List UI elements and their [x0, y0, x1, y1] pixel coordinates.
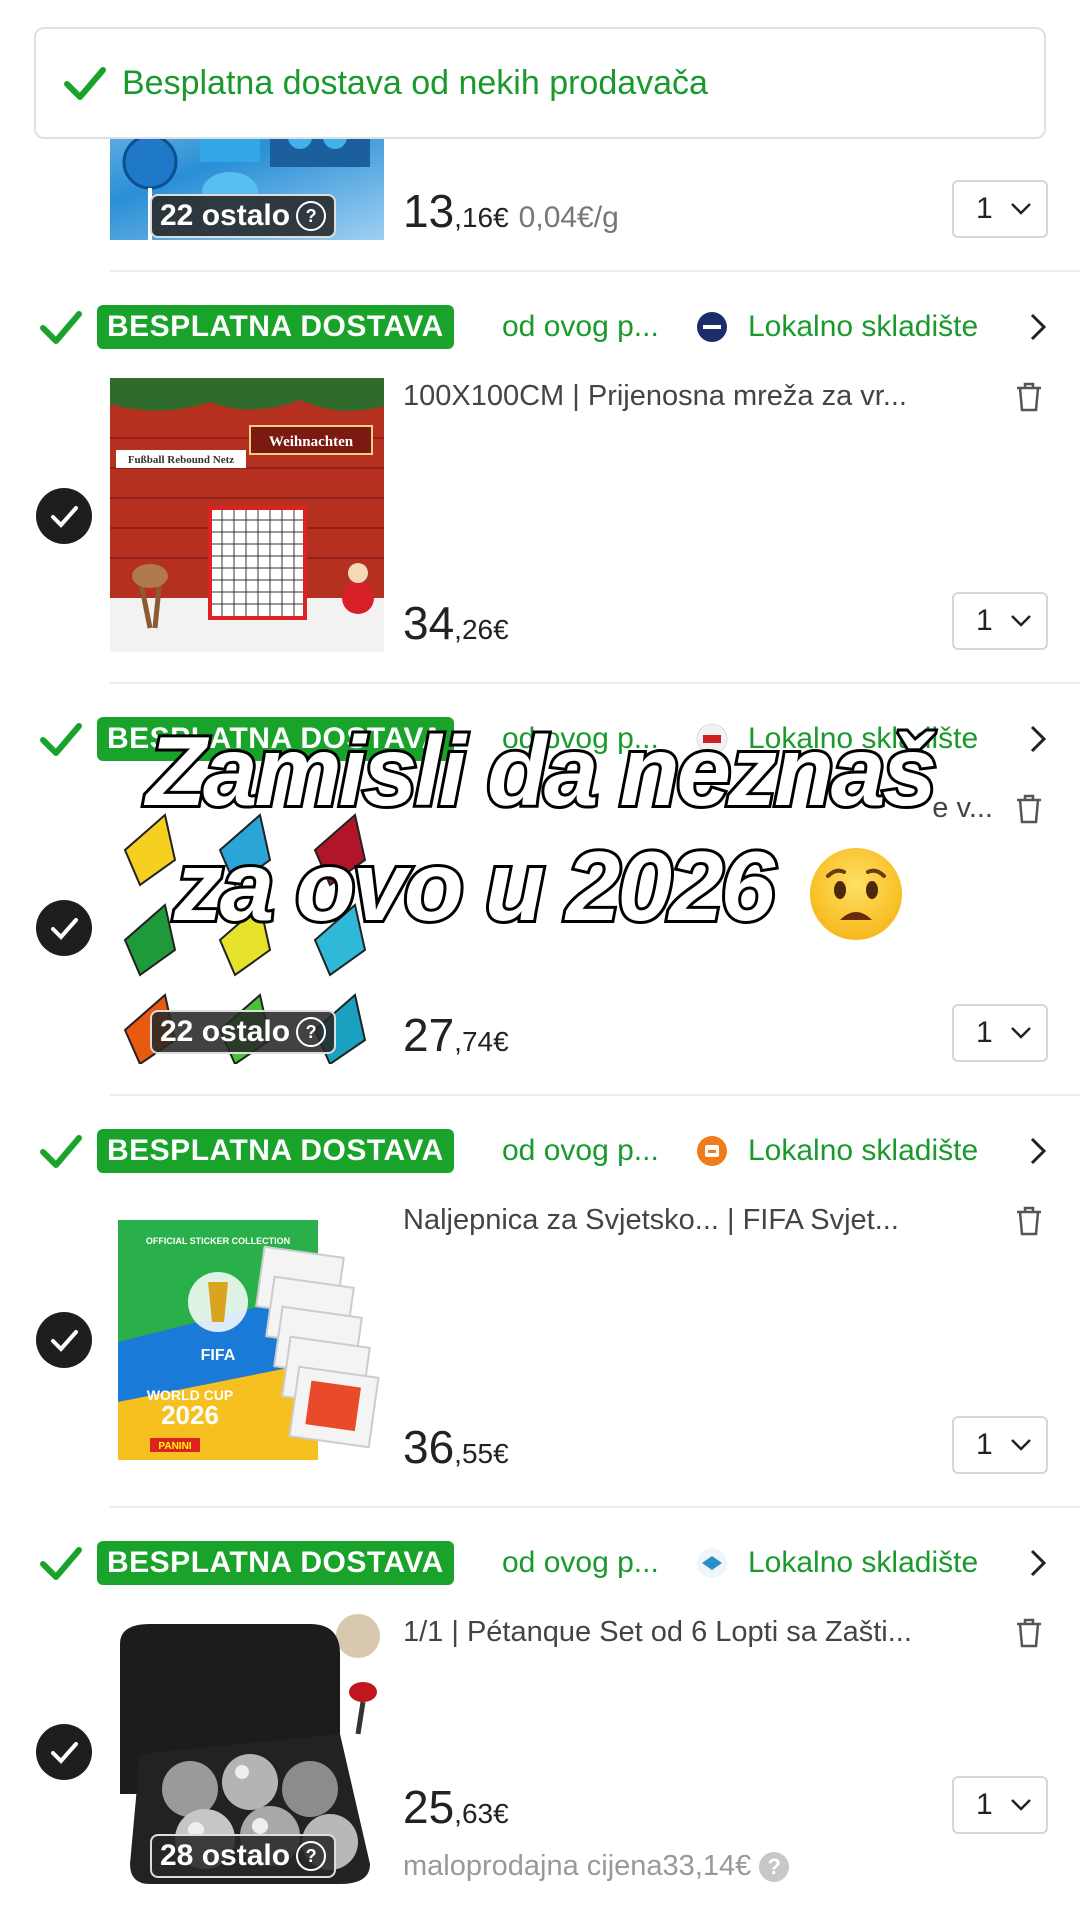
local-warehouse-text: Lokalno skladište: [748, 310, 979, 343]
overlay-caption-line1: Zamisli da neznaš: [143, 713, 940, 829]
local-warehouse-text: Lokalno skladište: [748, 1134, 979, 1167]
svg-text:Weihnachten: Weihnachten: [269, 434, 354, 450]
product-image[interactable]: OFFICIAL STICKER COLLECTION FIFA WORLD C…: [110, 1202, 384, 1476]
svg-text:FIFA: FIFA: [201, 1347, 236, 1364]
seller-logo-icon: [697, 1548, 727, 1578]
seller-logo-icon: [697, 312, 727, 342]
free-shipping-banner[interactable]: Besplatna dostava od nekih prodavača: [34, 27, 1046, 139]
check-icon: [51, 1742, 78, 1764]
chevron-down-icon: [1011, 203, 1031, 215]
product-image[interactable]: 28 ostalo?: [110, 1614, 384, 1888]
quantity-select[interactable]: 1: [952, 592, 1048, 650]
chevron-down-icon: [1011, 1439, 1031, 1451]
product-title[interactable]: Naljepnica za Svjetsko... | FIFA Svjet..…: [403, 1204, 993, 1237]
from-seller-text: od ovog p...: [502, 310, 659, 343]
divider: [110, 682, 1080, 684]
retail-price: maloprodajna cijena33,14€?: [403, 1850, 790, 1883]
free-shipping-badge: BESPLATNA DOSTAVA: [97, 305, 454, 349]
product-title[interactable]: 100X100CM | Prijenosna mreža za vr...: [403, 380, 993, 413]
stock-badge: 28 ostalo?: [150, 1834, 337, 1878]
local-warehouse-text: Lokalno skladište: [748, 1546, 979, 1579]
from-seller-text: od ovog p...: [502, 1546, 659, 1579]
free-shipping-badge: BESPLATNA DOSTAVA: [97, 1541, 454, 1585]
from-seller-text: od ovog p...: [502, 1134, 659, 1167]
shipping-row[interactable]: BESPLATNA DOSTAVA od ovog p... Lokalno s…: [0, 1121, 1080, 1181]
chevron-right-icon[interactable]: [1028, 1548, 1048, 1578]
help-icon[interactable]: ?: [759, 1852, 790, 1883]
sticker-album-image: OFFICIAL STICKER COLLECTION FIFA WORLD C…: [118, 1220, 380, 1460]
rebound-net-image: Weihnachten Fußball Rebound Netz: [110, 378, 384, 652]
select-checkbox[interactable]: [36, 1724, 92, 1780]
worried-face-emoji-icon: [810, 848, 903, 941]
product-image[interactable]: Weihnachten Fußball Rebound Netz: [110, 378, 384, 652]
price: 13,16€ 0,04€/g: [403, 185, 619, 237]
select-checkbox[interactable]: [36, 488, 92, 544]
banner-text: Besplatna dostava od nekih prodavača: [122, 63, 708, 102]
svg-text:PANINI: PANINI: [158, 1441, 191, 1452]
trash-icon[interactable]: [1012, 1616, 1046, 1650]
check-icon: [40, 1547, 82, 1580]
trash-icon[interactable]: [1012, 1204, 1046, 1238]
shipping-row[interactable]: BESPLATNA DOSTAVA od ovog p... Lokalno s…: [0, 1533, 1080, 1593]
divider: [110, 1506, 1080, 1508]
store-icon: [697, 1136, 727, 1166]
quantity-select[interactable]: 1: [952, 1776, 1048, 1834]
svg-text:OFFICIAL STICKER COLLECTION: OFFICIAL STICKER COLLECTION: [146, 1236, 290, 1246]
divider: [110, 270, 1080, 272]
svg-text:Fußball Rebound Netz: Fußball Rebound Netz: [128, 454, 234, 466]
svg-text:2026: 2026: [161, 1400, 219, 1430]
price: 36,55€: [403, 1421, 509, 1473]
product-title[interactable]: 1/1 | Pétanque Set od 6 Lopti sa Zašti..…: [403, 1616, 993, 1649]
quantity-select[interactable]: 1: [952, 1004, 1048, 1062]
price: 27,74€: [403, 1009, 509, 1061]
chevron-down-icon: [1011, 615, 1031, 627]
check-icon: [40, 311, 82, 344]
quantity-select[interactable]: 1: [952, 1416, 1048, 1474]
check-icon: [64, 67, 106, 100]
divider: [110, 1094, 1080, 1096]
price: 25,63€: [403, 1781, 509, 1833]
price: 34,26€: [403, 597, 509, 649]
chevron-down-icon: [1011, 1027, 1031, 1039]
stock-badge: 22 ostalo?: [150, 1010, 337, 1054]
select-checkbox[interactable]: [36, 1312, 92, 1368]
check-icon: [51, 1330, 78, 1352]
chevron-down-icon: [1011, 1799, 1031, 1811]
overlay-caption-line2: za ovo u 2026: [0, 828, 1080, 944]
free-shipping-badge: BESPLATNA DOSTAVA: [97, 1129, 454, 1173]
quantity-select[interactable]: 1: [952, 180, 1048, 238]
chevron-right-icon[interactable]: [1028, 312, 1048, 342]
shipping-row[interactable]: BESPLATNA DOSTAVA od ovog p... Lokalno s…: [0, 297, 1080, 357]
trash-icon[interactable]: [1012, 380, 1046, 414]
chevron-right-icon[interactable]: [1028, 1136, 1048, 1166]
check-icon: [51, 506, 78, 528]
check-icon: [40, 1135, 82, 1168]
stock-badge: 22 ostalo?: [150, 194, 337, 238]
